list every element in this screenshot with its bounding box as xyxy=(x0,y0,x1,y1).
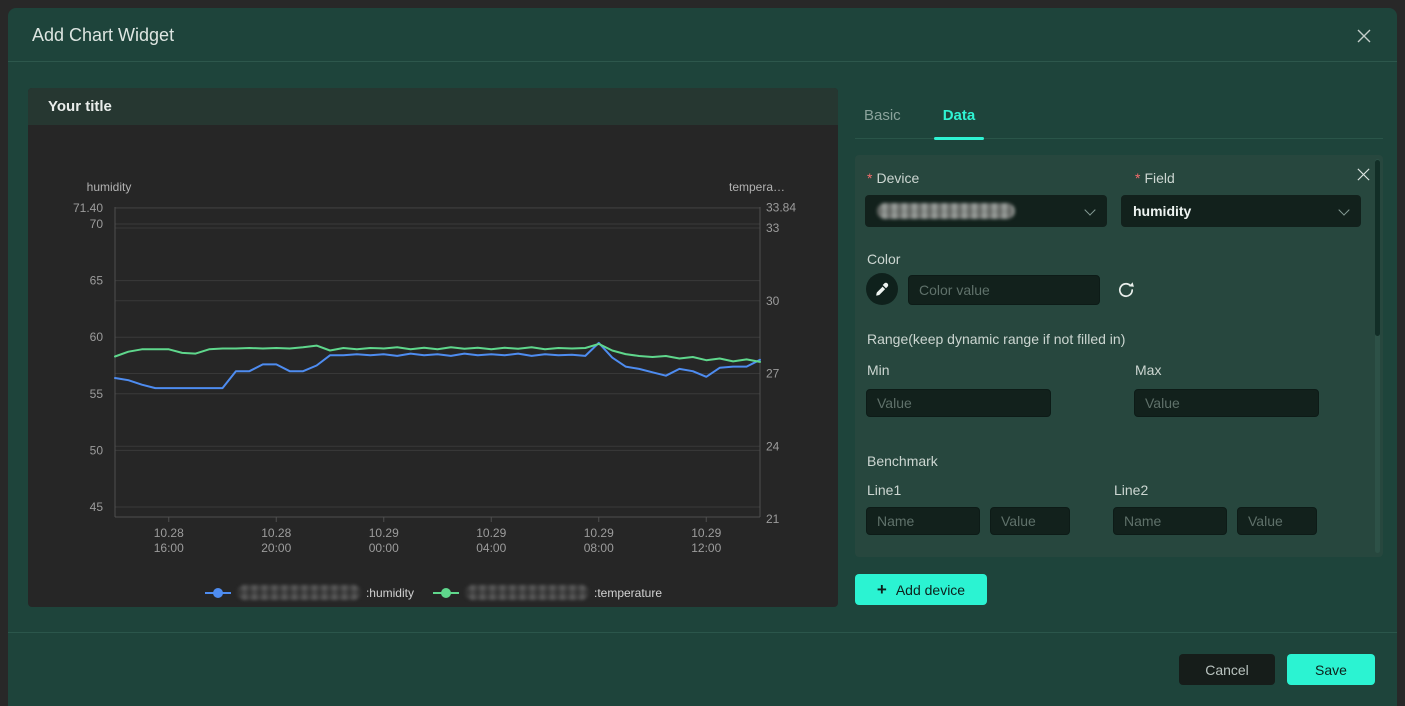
scrollbar-thumb[interactable] xyxy=(1375,160,1380,336)
save-button[interactable]: Save xyxy=(1287,654,1375,685)
color-value-input[interactable] xyxy=(908,275,1100,305)
redacted-device-name xyxy=(237,585,361,600)
svg-text:04:00: 04:00 xyxy=(476,541,506,555)
svg-text:50: 50 xyxy=(90,443,104,457)
svg-text:33.84: 33.84 xyxy=(766,201,796,215)
tab-data-label: Data xyxy=(943,107,976,124)
device-label: *Device xyxy=(867,170,919,186)
add-device-label: Add device xyxy=(896,582,965,598)
svg-text:tempera…: tempera… xyxy=(729,180,785,194)
svg-text:20:00: 20:00 xyxy=(261,541,291,555)
svg-text:71.40: 71.40 xyxy=(73,201,103,215)
eyedropper-icon xyxy=(874,281,890,297)
max-label: Max xyxy=(1135,362,1161,378)
min-label: Min xyxy=(867,362,890,378)
required-marker: * xyxy=(867,170,872,186)
line2-label: Line2 xyxy=(1114,482,1148,498)
field-select-value: humidity xyxy=(1133,203,1191,219)
chevron-down-icon xyxy=(1084,204,1095,215)
legend-item[interactable]: :temperature xyxy=(432,585,662,600)
close-dialog-button[interactable] xyxy=(1355,27,1373,45)
svg-text:21: 21 xyxy=(766,512,780,526)
svg-text:10.29: 10.29 xyxy=(691,526,721,540)
svg-text:00:00: 00:00 xyxy=(369,541,399,555)
line1-name-input[interactable] xyxy=(866,507,980,535)
line1-value-input[interactable] xyxy=(990,507,1070,535)
svg-text:10.29: 10.29 xyxy=(369,526,399,540)
benchmark-label: Benchmark xyxy=(867,453,938,469)
refresh-icon xyxy=(1116,280,1136,300)
device-name-redacted xyxy=(877,203,1015,219)
plus-icon: + xyxy=(877,581,887,598)
chart-title-bar: Your title xyxy=(28,88,838,125)
legend-line-marker-icon xyxy=(204,587,232,599)
legend-label: :temperature xyxy=(594,586,662,600)
svg-text:08:00: 08:00 xyxy=(584,541,614,555)
legend-line-marker-icon xyxy=(432,587,460,599)
cancel-button[interactable]: Cancel xyxy=(1179,654,1275,685)
svg-text:humidity: humidity xyxy=(87,180,132,194)
active-tab-underline xyxy=(934,137,985,140)
device-data-block: *Device *Field humidity Color Range(keep xyxy=(855,155,1383,557)
svg-text:70: 70 xyxy=(90,217,104,231)
dialog-header: Add Chart Widget xyxy=(8,8,1397,62)
line1-label: Line1 xyxy=(867,482,901,498)
redacted-device-name xyxy=(465,585,589,600)
add-chart-widget-dialog: Add Chart Widget Your title 71.40 70 65 60 5… xyxy=(8,8,1397,706)
settings-tabs: Basic Data xyxy=(855,92,1383,139)
chart-preview-panel: Your title 71.40 70 65 60 55 50 45 33.84 33 30 27 2… xyxy=(28,88,838,607)
required-marker: * xyxy=(1135,170,1140,186)
device-select[interactable] xyxy=(865,195,1107,227)
svg-text:45: 45 xyxy=(90,500,104,514)
color-picker-button[interactable] xyxy=(866,273,898,305)
range-max-input[interactable] xyxy=(1134,389,1319,417)
svg-text:27: 27 xyxy=(766,367,780,381)
svg-text:10.29: 10.29 xyxy=(584,526,614,540)
chart-title: Your title xyxy=(28,88,838,125)
dialog-title: Add Chart Widget xyxy=(32,8,174,62)
svg-text:33: 33 xyxy=(766,221,780,235)
range-label: Range(keep dynamic range if not filled i… xyxy=(867,331,1125,347)
svg-text:10.28: 10.28 xyxy=(154,526,184,540)
legend-item[interactable]: :humidity xyxy=(204,585,414,600)
color-label: Color xyxy=(867,251,900,267)
field-select[interactable]: humidity xyxy=(1121,195,1361,227)
svg-text:24: 24 xyxy=(766,439,780,453)
remove-device-block-button[interactable] xyxy=(1355,166,1371,182)
svg-text:55: 55 xyxy=(90,387,104,401)
svg-text:12:00: 12:00 xyxy=(691,541,721,555)
close-icon xyxy=(1356,167,1371,182)
line2-value-input[interactable] xyxy=(1237,507,1317,535)
footer-divider xyxy=(8,632,1397,633)
svg-text:10.28: 10.28 xyxy=(261,526,291,540)
add-device-button[interactable]: + Add device xyxy=(855,574,987,605)
chart-legend: :humidity :temperature xyxy=(28,585,838,600)
chart-canvas: 71.4070656055504533.84333027242110.2816:… xyxy=(28,125,838,607)
svg-text:60: 60 xyxy=(90,330,104,344)
tab-basic[interactable]: Basic xyxy=(855,92,910,138)
chevron-down-icon xyxy=(1338,204,1349,215)
legend-label: :humidity xyxy=(366,586,414,600)
range-min-input[interactable] xyxy=(866,389,1051,417)
svg-text:10.29: 10.29 xyxy=(476,526,506,540)
close-icon xyxy=(1356,28,1372,44)
tab-data[interactable]: Data xyxy=(934,92,985,138)
line2-name-input[interactable] xyxy=(1113,507,1227,535)
field-label: *Field xyxy=(1135,170,1175,186)
scrollbar-track[interactable] xyxy=(1375,159,1380,553)
svg-text:30: 30 xyxy=(766,294,780,308)
preview-chart-svg: 71.4070656055504533.84333027242110.2816:… xyxy=(28,125,838,607)
reset-color-button[interactable] xyxy=(1115,279,1137,301)
svg-text:16:00: 16:00 xyxy=(154,541,184,555)
svg-text:65: 65 xyxy=(90,274,104,288)
